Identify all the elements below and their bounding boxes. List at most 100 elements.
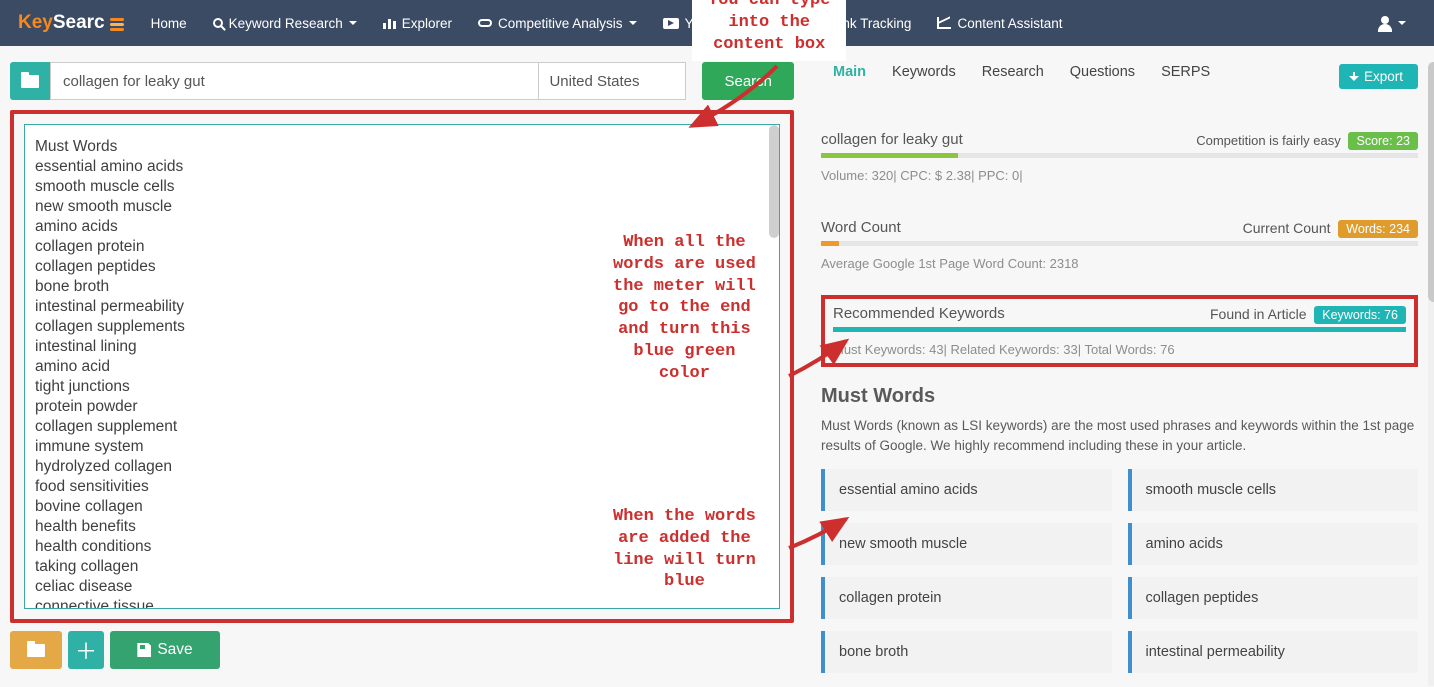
tab-serps[interactable]: SERPS: [1161, 64, 1210, 89]
editor-line: immune system: [35, 437, 769, 457]
must-word-cell[interactable]: smooth muscle cells: [1128, 469, 1419, 511]
nav-label: Competitive Analysis: [498, 16, 623, 31]
annotation-arrow-3: [784, 516, 854, 556]
search-icon: [213, 18, 223, 28]
wordcount-title: Word Count: [821, 219, 901, 236]
competition-bar-fill: [821, 153, 958, 158]
wordcount-bar: [821, 241, 1418, 246]
nav-competitive-analysis[interactable]: Competitive Analysis: [468, 10, 647, 37]
competition-score-badge: Score: 23: [1348, 132, 1418, 150]
nav-label: Explorer: [402, 16, 452, 31]
editor-line: connective tissue: [35, 597, 769, 609]
must-word-cell[interactable]: collagen peptides: [1128, 577, 1419, 619]
nav-explorer[interactable]: Explorer: [373, 10, 462, 37]
rk-bar-fill: [833, 327, 1406, 332]
save-button[interactable]: Save: [110, 631, 220, 669]
country-select[interactable]: United States: [538, 62, 686, 100]
folder-open-button[interactable]: [10, 62, 50, 100]
annotation-meter: When all the words are used the meter wi…: [613, 232, 756, 384]
competition-stats: Volume: 320| CPC: $ 2.38| PPC: 0|: [821, 168, 1418, 183]
right-pane: Main Keywords Research Questions SERPS E…: [810, 62, 1424, 673]
must-word-cell[interactable]: intestinal permeability: [1128, 631, 1419, 673]
logo[interactable]: Key Searc: [18, 12, 127, 34]
must-words-heading: Must Words: [821, 385, 1418, 408]
editor-button-row: ＋ Save: [10, 631, 794, 669]
must-words-desc: Must Words (known as LSI keywords) are t…: [821, 416, 1418, 455]
annotation-arrow-1: [682, 66, 782, 136]
nav-content-assistant[interactable]: Content Assistant: [927, 10, 1072, 37]
annotation-line-blue: When the words are added the line will t…: [613, 506, 756, 593]
must-word-cell[interactable]: collagen protein: [821, 577, 1112, 619]
nav-label: Home: [151, 16, 187, 31]
must-words-grid: essential amino acids smooth muscle cells…: [821, 469, 1418, 673]
chart-icon: [937, 17, 951, 29]
wordcount-panel: Word Count Current Count Words: 234 Aver…: [821, 213, 1418, 273]
main-container: United States Search Must Wordsessential…: [0, 46, 1434, 687]
save-button-label: Save: [157, 641, 192, 659]
tab-research[interactable]: Research: [982, 64, 1044, 89]
must-word-cell[interactable]: new smooth muscle: [821, 523, 1112, 565]
wordcount-bar-fill: [821, 241, 839, 246]
keyword-input[interactable]: [50, 62, 538, 100]
add-button[interactable]: ＋: [68, 631, 104, 669]
must-word-cell[interactable]: bone broth: [821, 631, 1112, 673]
scrollbar-thumb[interactable]: [769, 125, 779, 238]
bars-icon: [383, 17, 396, 29]
annotation-arrow-2: [784, 336, 854, 386]
rk-bar: [833, 327, 1406, 332]
competition-panel: collagen for leaky gut Competition is fa…: [821, 125, 1418, 185]
rk-badge: Keywords: 76: [1314, 306, 1406, 324]
editor-line: collagen supplement: [35, 417, 769, 437]
editor-line: food sensitivities: [35, 477, 769, 497]
logo-bars-icon: [110, 18, 124, 31]
competition-bar: [821, 153, 1418, 158]
tab-questions[interactable]: Questions: [1070, 64, 1135, 89]
nav-home[interactable]: Home: [141, 10, 197, 37]
plus-icon: ＋: [75, 634, 97, 666]
folder-icon: [27, 644, 45, 657]
editor-line: protein powder: [35, 397, 769, 417]
folder-icon: [21, 75, 39, 88]
must-word-cell[interactable]: amino acids: [1128, 523, 1419, 565]
chevron-down-icon: [349, 21, 357, 29]
floppy-icon: [137, 643, 151, 657]
competition-note: Competition is fairly easy: [1196, 133, 1341, 148]
open-folder-button[interactable]: [10, 631, 62, 669]
must-word-cell[interactable]: essential amino acids: [821, 469, 1112, 511]
country-value: United States: [549, 73, 639, 90]
download-icon: [1349, 72, 1359, 82]
rk-note: Found in Article: [1210, 306, 1307, 322]
editor-line: new smooth muscle: [35, 197, 769, 217]
search-row: United States Search: [10, 62, 794, 100]
wordcount-note: Current Count: [1243, 220, 1331, 236]
tab-main[interactable]: Main: [833, 64, 866, 89]
nav-keyword-research[interactable]: Keyword Research: [203, 10, 367, 37]
rk-title: Recommended Keywords: [833, 305, 1005, 322]
editor-line: essential amino acids: [35, 157, 769, 177]
editor-line: hydrolyzed collagen: [35, 457, 769, 477]
wordcount-right: Current Count Words: 234: [1243, 220, 1418, 236]
chevron-down-icon: [1398, 21, 1406, 29]
wordcount-avg: Average Google 1st Page Word Count: 2318: [821, 256, 1418, 271]
user-icon: [1378, 16, 1392, 30]
youtube-icon: [663, 18, 679, 29]
nav-label: Keyword Research: [229, 16, 343, 31]
wordcount-badge: Words: 234: [1338, 220, 1418, 238]
nav-items: Home Keyword Research Explorer Competiti…: [141, 10, 1073, 37]
nav-user-menu[interactable]: [1368, 10, 1416, 36]
competition-right: Competition is fairly easy Score: 23: [1196, 132, 1418, 148]
rk-right: Found in Article Keywords: 76: [1210, 306, 1406, 322]
recommended-keywords-highlight: Recommended Keywords Found in Article Ke…: [821, 295, 1418, 367]
export-button[interactable]: Export: [1339, 64, 1418, 89]
tab-keywords[interactable]: Keywords: [892, 64, 956, 89]
editor-line: smooth muscle cells: [35, 177, 769, 197]
tabs: Main Keywords Research Questions SERPS E…: [821, 62, 1418, 101]
annotation-type-box: You can type into the content box: [692, 0, 846, 61]
chevron-down-icon: [629, 21, 637, 29]
right-scrollbar-thumb[interactable]: [1428, 62, 1434, 302]
editor-line: Must Words: [35, 137, 769, 157]
export-label: Export: [1364, 69, 1403, 84]
logo-text-b: Searc: [53, 12, 105, 34]
nav-label: Content Assistant: [957, 16, 1062, 31]
rk-sub: Must Keywords: 43| Related Keywords: 33|…: [833, 342, 1406, 357]
